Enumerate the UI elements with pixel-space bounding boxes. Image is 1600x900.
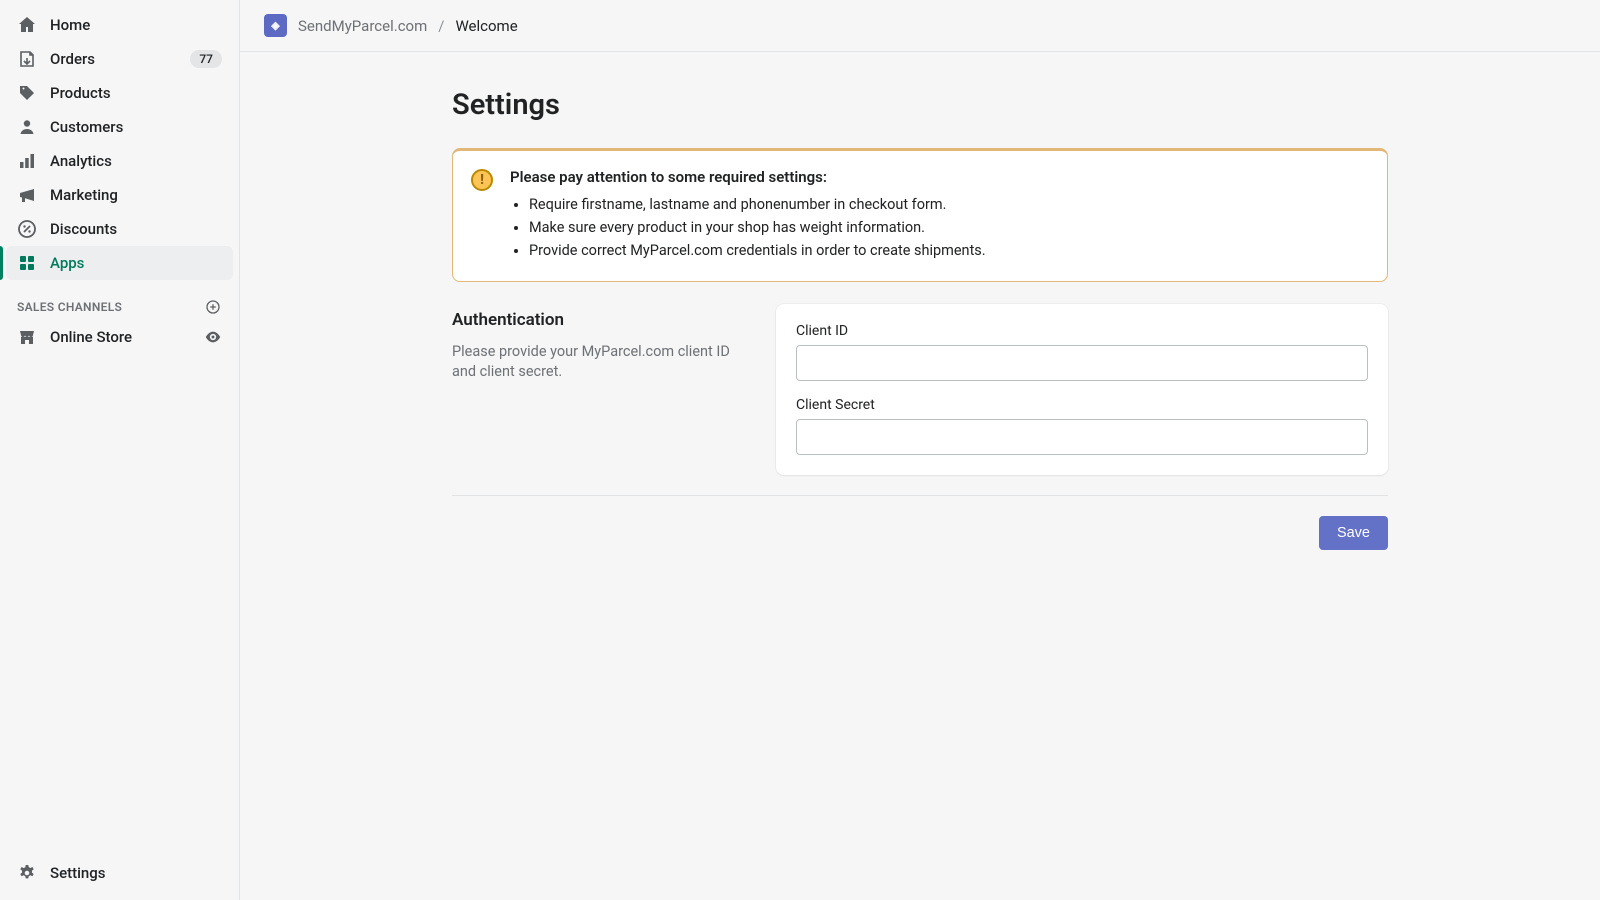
authentication-section: Authentication Please provide your MyPar… (452, 302, 1388, 475)
add-channel-button[interactable] (204, 298, 222, 316)
auth-card: Client ID Client Secret (776, 304, 1388, 475)
section-header-label: SALES CHANNELS (17, 300, 122, 314)
app-logo-icon: ◈ (264, 14, 287, 37)
analytics-icon (17, 151, 37, 171)
sidebar-item-label: Customers (50, 118, 222, 136)
banner-bullet: Make sure every product in your shop has… (529, 219, 1369, 236)
sidebar-item-label: Analytics (50, 152, 222, 170)
client-secret-label: Client Secret (796, 397, 1368, 413)
discounts-icon (17, 219, 37, 239)
orders-icon (17, 49, 37, 69)
client-id-input[interactable] (796, 345, 1368, 381)
sidebar-item-label: Discounts (50, 220, 222, 238)
divider (452, 495, 1388, 496)
section-description: Please provide your MyParcel.com client … (452, 342, 756, 383)
sidebar-item-label: Home (50, 16, 222, 34)
store-icon (17, 327, 37, 347)
sidebar-item-orders[interactable]: Orders 77 (6, 42, 233, 76)
orders-badge: 77 (190, 50, 222, 68)
sidebar-item-label: Products (50, 84, 222, 102)
view-store-icon[interactable] (204, 328, 222, 346)
client-secret-input[interactable] (796, 419, 1368, 455)
sidebar-item-home[interactable]: Home (6, 8, 233, 42)
warning-banner: ! Please pay attention to some required … (452, 148, 1388, 282)
banner-bullet: Require firstname, lastname and phonenum… (529, 196, 1369, 213)
products-icon (17, 83, 37, 103)
sidebar-item-label: Orders (50, 50, 177, 68)
breadcrumb: ◈ SendMyParcel.com / Welcome (240, 0, 1600, 52)
banner-bullet: Provide correct MyParcel.com credentials… (529, 242, 1369, 259)
sidebar-item-products[interactable]: Products (6, 76, 233, 110)
sidebar-item-label: Marketing (50, 186, 222, 204)
client-id-label: Client ID (796, 323, 1368, 339)
breadcrumb-app[interactable]: SendMyParcel.com (298, 17, 427, 35)
section-heading: Authentication (452, 310, 756, 330)
banner-title: Please pay attention to some required se… (510, 168, 1369, 186)
warning-icon: ! (471, 169, 493, 191)
sidebar-item-apps[interactable]: Apps (6, 246, 233, 280)
sidebar: Home Orders 77 Products Customers (0, 0, 240, 900)
home-icon (17, 15, 37, 35)
save-button[interactable]: Save (1319, 516, 1388, 550)
breadcrumb-separator: / (438, 17, 444, 35)
main-content: ◈ SendMyParcel.com / Welcome Settings ! … (240, 0, 1600, 900)
marketing-icon (17, 185, 37, 205)
sales-channels-header: SALES CHANNELS (6, 280, 233, 320)
sidebar-item-customers[interactable]: Customers (6, 110, 233, 144)
breadcrumb-current: Welcome (455, 17, 517, 35)
sidebar-item-label: Apps (50, 254, 222, 272)
sidebar-item-online-store[interactable]: Online Store (6, 320, 233, 354)
apps-icon (17, 253, 37, 273)
sidebar-item-label: Online Store (50, 328, 191, 346)
sidebar-item-analytics[interactable]: Analytics (6, 144, 233, 178)
sidebar-item-discounts[interactable]: Discounts (6, 212, 233, 246)
sidebar-item-settings[interactable]: Settings (6, 856, 233, 890)
customers-icon (17, 117, 37, 137)
gear-icon (17, 863, 37, 883)
sidebar-item-label: Settings (50, 864, 222, 882)
page-title: Settings (452, 88, 1388, 122)
sidebar-item-marketing[interactable]: Marketing (6, 178, 233, 212)
